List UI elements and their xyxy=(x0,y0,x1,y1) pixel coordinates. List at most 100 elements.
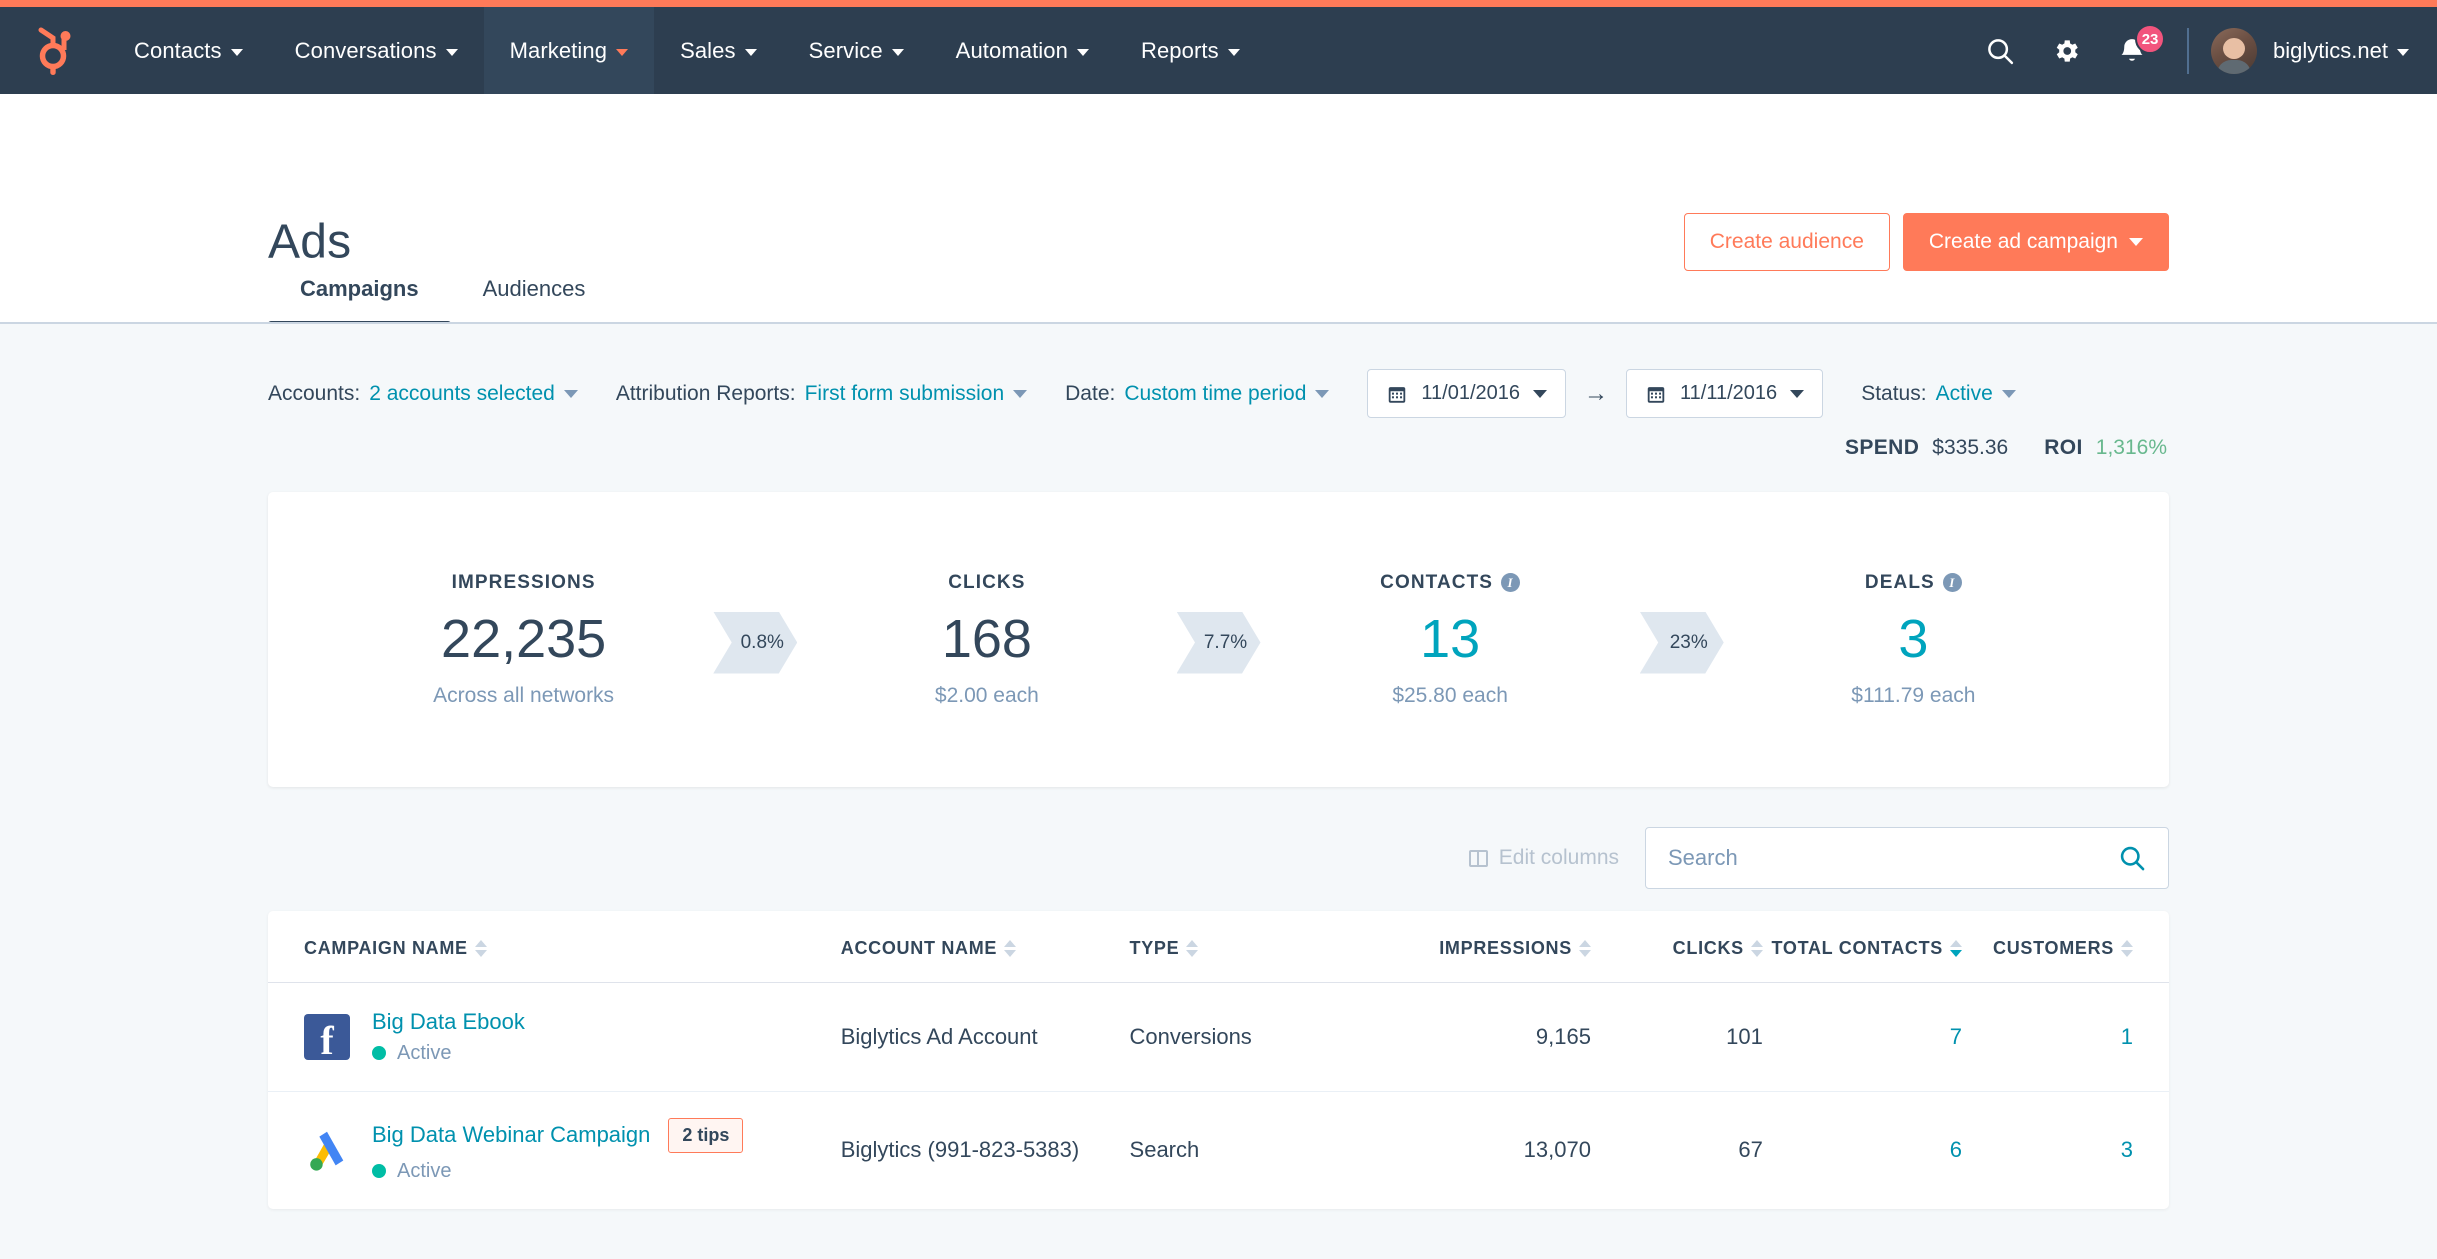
chevron-down-icon xyxy=(1227,48,1240,56)
campaign-status-label: Active xyxy=(397,1041,452,1064)
status-filter-value: Active xyxy=(1935,381,1993,405)
attribution-filter-label: Attribution Reports: xyxy=(615,381,796,405)
info-icon[interactable]: i xyxy=(1942,573,1962,592)
column-label: TYPE xyxy=(1129,937,1180,958)
metric-label: CONTACTS i xyxy=(1261,572,1640,594)
hubspot-sprocket-logo[interactable] xyxy=(0,7,108,94)
metric-subtext: $2.00 each xyxy=(934,683,1039,707)
campaign-name-link[interactable]: Big Data Ebook xyxy=(372,1009,525,1035)
search-icon[interactable] xyxy=(1967,7,2033,94)
sort-toggle[interactable] xyxy=(474,939,487,957)
metric-subtext: $111.79 each xyxy=(1851,683,1976,707)
column-header-total-contacts[interactable]: TOTAL CONTACTS xyxy=(1762,911,1963,983)
sort-toggle[interactable] xyxy=(2121,939,2133,957)
search-icon[interactable] xyxy=(2118,844,2146,872)
date-filter-value: Custom time period xyxy=(1124,381,1307,405)
accounts-filter[interactable]: Accounts: 2 accounts selected xyxy=(268,382,578,406)
date-end-input[interactable]: 11/11/2016 xyxy=(1626,369,1824,418)
cell-customers[interactable]: 3 xyxy=(1962,1091,2169,1209)
chevron-down-icon xyxy=(2397,48,2409,56)
create-audience-label: Create audience xyxy=(1709,230,1864,253)
chevron-down-icon xyxy=(744,48,757,56)
spend-roi-summary: SPEND $335.36 ROI 1,316% xyxy=(268,436,2169,460)
table-row[interactable]: f Big Data Ebook Active Biglytics Ad Acc… xyxy=(268,982,2169,1092)
tips-badge[interactable]: 2 tips xyxy=(668,1117,744,1153)
sort-toggle[interactable] xyxy=(1950,939,1963,957)
sort-toggle[interactable] xyxy=(1750,939,1763,957)
column-label: CLICKS xyxy=(1672,937,1744,958)
cell-total-contacts[interactable]: 7 xyxy=(1762,982,1963,1092)
cell-impressions: 9,165 xyxy=(1349,982,1591,1092)
account-menu[interactable]: biglytics.net xyxy=(2273,38,2409,64)
column-header-clicks[interactable]: CLICKS xyxy=(1590,911,1763,983)
metric-label-text: IMPRESSIONS xyxy=(451,571,596,593)
create-ad-campaign-button[interactable]: Create ad campaign xyxy=(1902,213,2169,271)
accounts-filter-label: Accounts: xyxy=(268,381,361,405)
roi-summary: ROI 1,316% xyxy=(2044,436,2167,460)
table-row[interactable]: Big Data Webinar Campaign 2 tips Active … xyxy=(268,1091,2169,1209)
column-header-account-name[interactable]: ACCOUNT NAME xyxy=(840,911,1130,983)
nav-right-cluster: 23 biglytics.net xyxy=(1967,7,2437,94)
nav-divider xyxy=(2187,27,2190,74)
nav-item-label: Conversations xyxy=(294,37,437,63)
date-start-value: 11/01/2016 xyxy=(1421,382,1521,404)
tab-campaigns[interactable]: Campaigns xyxy=(268,276,451,327)
cell-customers[interactable]: 1 xyxy=(1962,982,2169,1092)
date-filter[interactable]: Date: Custom time period xyxy=(1065,381,1330,406)
nav-item-service[interactable]: Service xyxy=(783,7,930,94)
gear-icon[interactable] xyxy=(2033,7,2099,94)
campaign-status: Active xyxy=(372,1042,525,1065)
cell-total-contacts[interactable]: 6 xyxy=(1763,1091,1962,1209)
status-filter[interactable]: Status: Active xyxy=(1861,382,2016,406)
chevron-down-icon xyxy=(1315,389,1330,398)
metric-subtext: $25.80 each xyxy=(1392,683,1508,707)
metric-value: 168 xyxy=(941,608,1032,669)
page-body: Accounts: 2 accounts selected Attributio… xyxy=(0,324,2437,1209)
nav-item-marketing[interactable]: Marketing xyxy=(483,7,655,94)
nav-item-automation[interactable]: Automation xyxy=(930,7,1115,94)
nav-item-conversations[interactable]: Conversations xyxy=(269,7,484,94)
info-icon[interactable]: i xyxy=(1501,573,1521,592)
attribution-filter-value: First form submission xyxy=(804,381,1005,405)
metric-value: 13 xyxy=(1420,608,1481,669)
chevron-down-icon xyxy=(1790,389,1805,398)
notifications-bell-icon[interactable]: 23 xyxy=(2099,7,2166,94)
column-header-impressions[interactable]: IMPRESSIONS xyxy=(1349,911,1591,983)
cell-type: Conversions xyxy=(1129,982,1350,1092)
attribution-filter[interactable]: Attribution Reports: First form submissi… xyxy=(615,381,1028,406)
date-filter-label: Date: xyxy=(1065,381,1116,405)
sort-toggle[interactable] xyxy=(1004,939,1017,957)
column-header-campaign-name[interactable]: CAMPAIGN NAME xyxy=(268,911,841,983)
column-header-customers[interactable]: CUSTOMERS xyxy=(1962,911,2169,983)
campaigns-table-card: CAMPAIGN NAME ACCOUNT NAME TYPE IMPRESSI… xyxy=(268,911,2169,1209)
tab-audiences[interactable]: Audiences xyxy=(451,276,618,324)
campaign-name-link[interactable]: Big Data Webinar Campaign xyxy=(372,1122,650,1148)
create-audience-button[interactable]: Create audience xyxy=(1683,213,1890,271)
sort-toggle[interactable] xyxy=(1578,939,1591,957)
main-nav-items: Contacts Conversations Marketing Sales S… xyxy=(108,7,1266,94)
nav-item-label: Sales xyxy=(680,37,736,63)
notification-count-badge: 23 xyxy=(2135,24,2166,54)
nav-item-label: Service xyxy=(808,37,883,63)
sort-toggle[interactable] xyxy=(1186,939,1199,957)
chevron-down-icon xyxy=(2001,389,2016,398)
nav-item-reports[interactable]: Reports xyxy=(1115,7,1266,94)
avatar[interactable] xyxy=(2211,27,2258,74)
cell-campaign-name: f Big Data Ebook Active xyxy=(268,982,841,1092)
table-toolbar: Edit columns xyxy=(268,827,2169,889)
nav-item-contacts[interactable]: Contacts xyxy=(108,7,269,94)
chevron-down-icon xyxy=(616,48,629,56)
page-header: Ads Create audience Create ad campaign C… xyxy=(0,94,2437,327)
date-start-input[interactable]: 11/01/2016 xyxy=(1367,369,1567,418)
search-box[interactable] xyxy=(1645,827,2169,889)
nav-item-sales[interactable]: Sales xyxy=(654,7,783,94)
metric-clicks: CLICKS 168 $2.00 each xyxy=(797,572,1176,708)
search-input[interactable] xyxy=(1668,845,2118,871)
create-ad-campaign-label: Create ad campaign xyxy=(1928,230,2118,253)
column-header-type[interactable]: TYPE xyxy=(1129,911,1350,983)
cell-impressions: 13,070 xyxy=(1523,1137,1591,1162)
spend-summary: SPEND $335.36 xyxy=(1845,436,2008,460)
page-title: Ads xyxy=(268,215,352,269)
metric-label: DEALS i xyxy=(1724,572,2103,594)
edit-columns-button[interactable]: Edit columns xyxy=(1468,846,1619,870)
